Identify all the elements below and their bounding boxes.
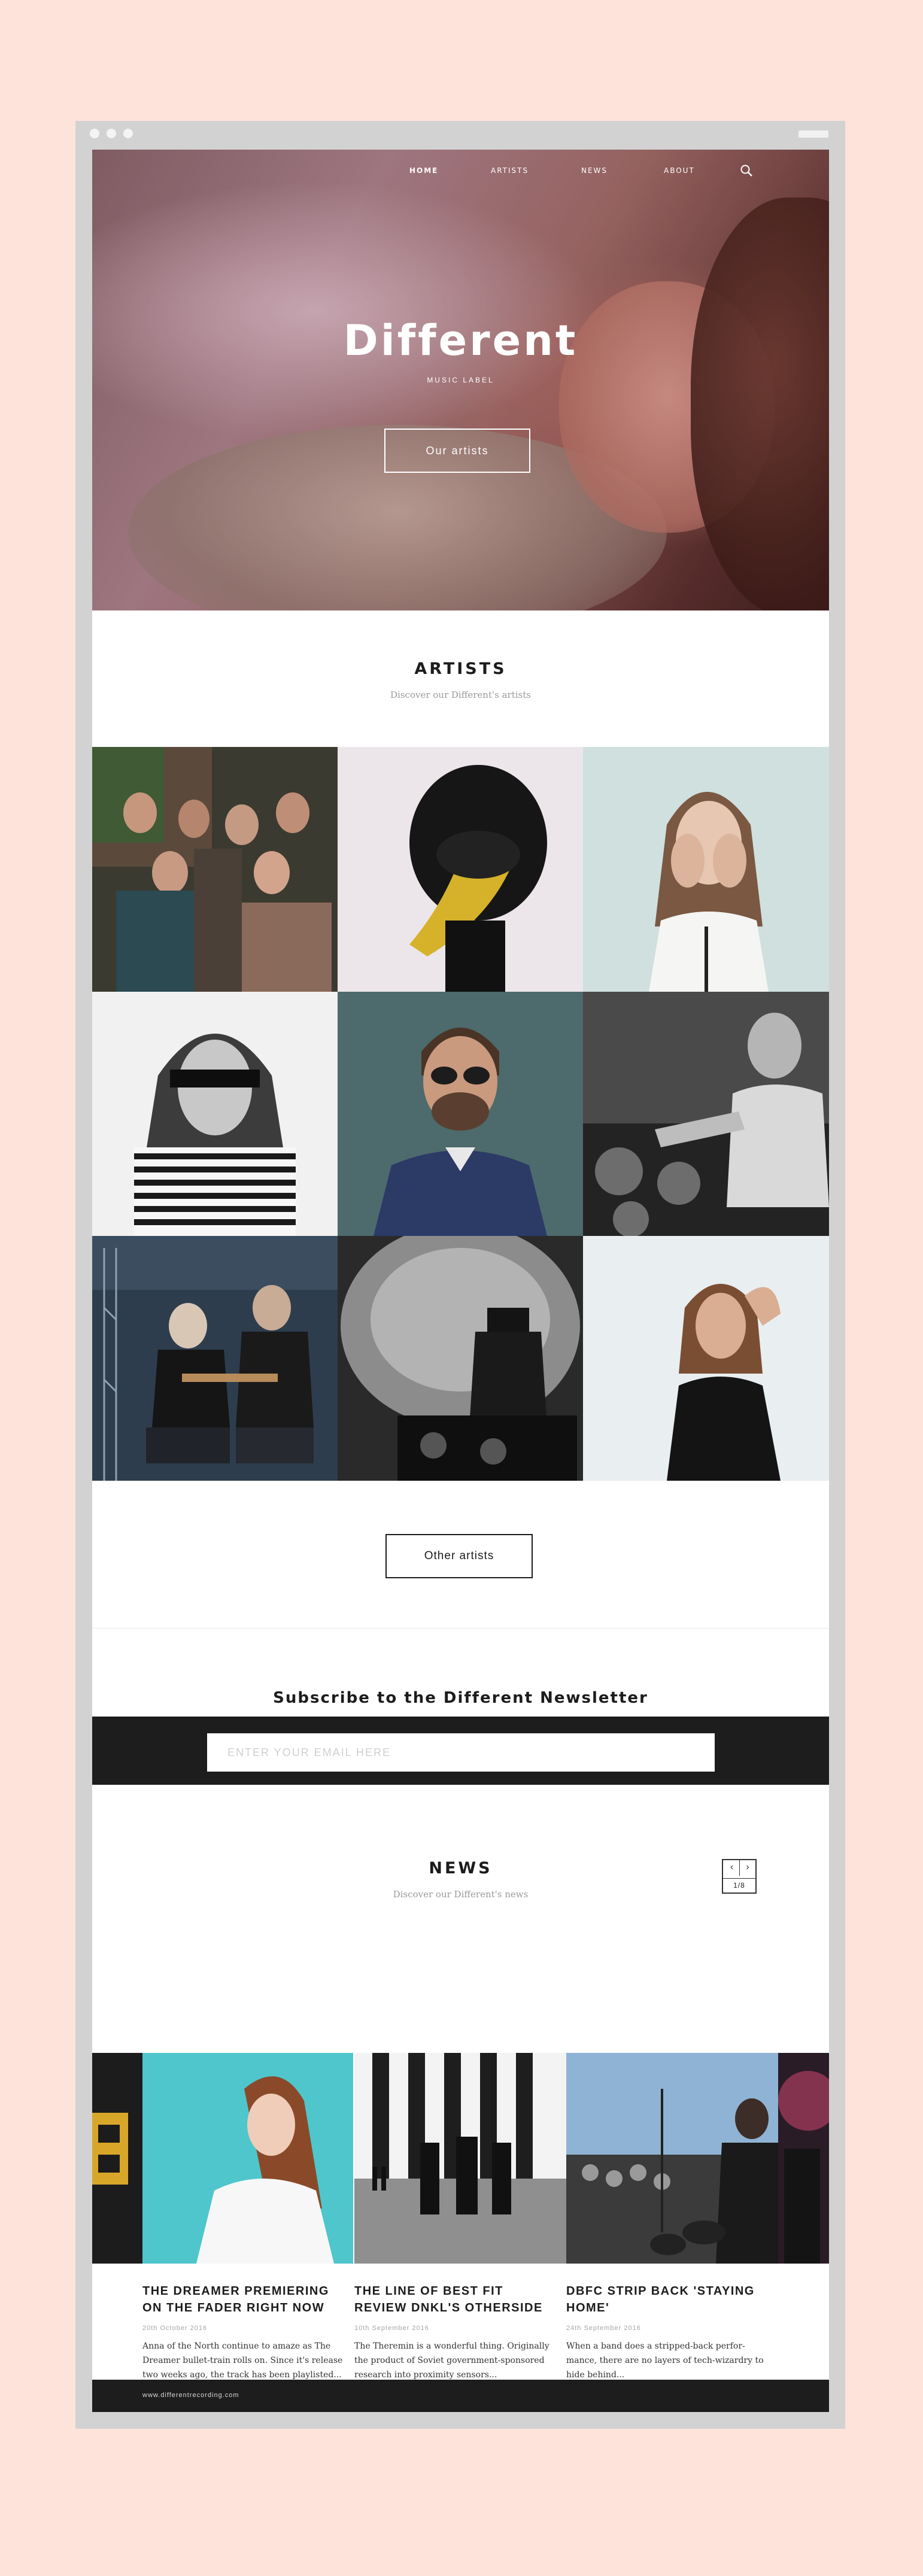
- window-minimize-dot[interactable]: [107, 129, 116, 138]
- news-image[interactable]: [142, 2053, 353, 2264]
- artist-photo-studio: [92, 1236, 338, 1481]
- hero-section: HOME ARTISTS NEWS ABOUT Different MUSIC …: [92, 150, 829, 610]
- artist-photo-woman: [583, 747, 829, 992]
- artists-subtitle: Discover our Different's artists: [390, 689, 531, 700]
- news-card: THE DREAMER PREMIERING ON THE FADER RIGH…: [142, 2283, 346, 2382]
- artist-tile[interactable]: [92, 1236, 338, 1481]
- nav-news[interactable]: NEWS: [581, 166, 608, 175]
- artist-tile[interactable]: [583, 992, 829, 1236]
- news-card: DBFC STRIP BACK 'STAYING HOME' 24th Sept…: [566, 2283, 770, 2382]
- news-card-title[interactable]: THE DREAMER PREMIERING ON THE FADER RIGH…: [142, 2283, 346, 2316]
- main-nav: HOME ARTISTS NEWS ABOUT: [92, 164, 829, 182]
- pager-count: 1/8: [723, 1878, 755, 1890]
- artist-tile[interactable]: [338, 747, 583, 992]
- hero-title: Different: [343, 316, 578, 365]
- artist-photo-sunglasses: [338, 992, 583, 1236]
- artist-photo-woman-black: [583, 1236, 829, 1481]
- our-artists-button[interactable]: Our artists: [384, 429, 530, 473]
- artist-tile[interactable]: [92, 747, 338, 992]
- artists-grid: [92, 747, 829, 1481]
- window-close-dot[interactable]: [90, 129, 99, 138]
- news-card: THE LINE OF BEST FIT REVIEW DNKL'S OTHER…: [354, 2283, 558, 2382]
- footer: www.differentrecording.com: [92, 2380, 829, 2412]
- artist-photo-mask: [338, 747, 583, 992]
- browser-window: HOME ARTISTS NEWS ABOUT Different MUSIC …: [75, 121, 845, 2429]
- artist-photo-helmet: [338, 1236, 583, 1481]
- window-bar-element: [798, 130, 828, 138]
- hero-subtitle: MUSIC LABEL: [427, 376, 494, 384]
- nav-artists[interactable]: ARTISTS: [491, 166, 529, 175]
- artist-tile[interactable]: [583, 1236, 829, 1481]
- news-title: NEWS: [429, 1859, 493, 1878]
- news-card-date: 10th September 2016: [354, 2325, 429, 2332]
- newsletter-bar: [92, 1717, 829, 1785]
- artists-title: ARTISTS: [414, 660, 507, 678]
- artist-photo-dj: [583, 992, 829, 1236]
- news-card-date: 24th September 2016: [566, 2325, 641, 2332]
- news-pager: ‹ › 1/8: [722, 1859, 757, 1894]
- newsletter-title: Subscribe to the Different Newsletter: [273, 1689, 648, 1707]
- web-page: HOME ARTISTS NEWS ABOUT Different MUSIC …: [92, 150, 829, 2412]
- news-images: [92, 2053, 829, 2264]
- news-image-partial-right: [778, 2053, 829, 2264]
- news-card-title[interactable]: DBFC STRIP BACK 'STAYING HOME': [566, 2283, 770, 2316]
- window-maximize-dot[interactable]: [123, 129, 133, 138]
- newsletter-email-input[interactable]: [207, 1733, 715, 1772]
- news-card-text: When a band does a stripped-back perfor-…: [566, 2341, 764, 2380]
- news-card-text: The Theremin is a wonderful thing. Origi…: [354, 2341, 549, 2380]
- news-card-title[interactable]: THE LINE OF BEST FIT REVIEW DNKL'S OTHER…: [354, 2283, 558, 2316]
- footer-url-link[interactable]: www.differentrecording.com: [142, 2392, 239, 2399]
- section-divider: [92, 1628, 829, 1629]
- news-image[interactable]: [354, 2053, 566, 2264]
- pager-prev-button[interactable]: ‹: [724, 1860, 740, 1876]
- window-controls: [90, 129, 133, 138]
- artist-tile[interactable]: [583, 747, 829, 992]
- nav-about[interactable]: ABOUT: [664, 166, 695, 175]
- artist-tile[interactable]: [92, 992, 338, 1236]
- artist-photo-blindfold: [92, 992, 338, 1236]
- artist-tile[interactable]: [338, 992, 583, 1236]
- nav-home[interactable]: HOME: [409, 166, 438, 175]
- pager-next-button[interactable]: ›: [740, 1860, 755, 1876]
- news-image-partial-left: [92, 2053, 142, 2264]
- search-icon[interactable]: [740, 164, 753, 177]
- news-image[interactable]: [566, 2053, 778, 2264]
- news-subtitle: Discover our Different's news: [393, 1889, 529, 1900]
- artist-tile[interactable]: [338, 1236, 583, 1481]
- artist-photo-band: [92, 747, 338, 992]
- other-artists-button[interactable]: Other artists: [385, 1534, 533, 1578]
- news-card-text: Anna of the North continue to amaze as T…: [142, 2341, 343, 2380]
- news-card-date: 20th October 2016: [142, 2325, 208, 2332]
